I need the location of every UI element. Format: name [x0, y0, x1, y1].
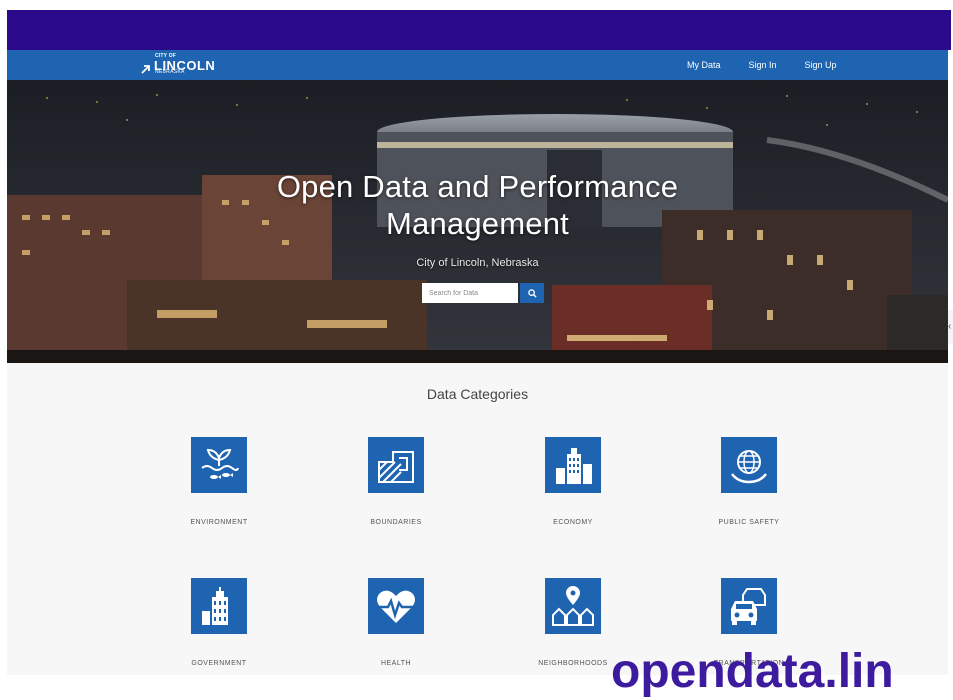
- health-icon: [376, 590, 416, 623]
- nav-links: My Data Sign In Sign Up: [687, 50, 865, 80]
- category-label[interactable]: BOUNDARIES: [326, 519, 466, 526]
- category-label[interactable]: GOVERNMENT: [149, 660, 289, 667]
- category-label[interactable]: ECONOMY: [503, 519, 643, 526]
- nav-sign-up[interactable]: Sign Up: [805, 60, 837, 70]
- top-band: [7, 10, 951, 50]
- economy-icon: [556, 448, 592, 484]
- city-logo[interactable]: CITY OF LINCOLN NEBRASKA: [141, 54, 221, 76]
- overlay-url-text: opendata.lin: [611, 645, 894, 698]
- logo-sub-text: NEBRASKA: [155, 69, 185, 75]
- hero-banner: Open Data and Performance Management Cit…: [7, 80, 948, 363]
- category-tile[interactable]: [545, 437, 601, 493]
- search-icon: [527, 288, 537, 298]
- nav-my-data[interactable]: My Data: [687, 60, 721, 70]
- category-label[interactable]: ENVIRONMENT: [149, 519, 289, 526]
- category-tile[interactable]: [721, 578, 777, 634]
- government-icon: [202, 587, 228, 625]
- transportation-icon: [731, 588, 766, 625]
- category-tile[interactable]: [191, 437, 247, 493]
- category-tile[interactable]: [368, 437, 424, 493]
- category-tile[interactable]: [545, 578, 601, 634]
- side-collapse-tab[interactable]: ‹: [948, 310, 953, 344]
- public-safety-icon: [731, 450, 767, 484]
- hero-title: Open Data and Performance Management: [7, 168, 948, 242]
- neighborhoods-icon: [552, 586, 594, 626]
- navbar: CITY OF LINCOLN NEBRASKA My Data Sign In…: [7, 50, 948, 80]
- nav-sign-in[interactable]: Sign In: [749, 60, 777, 70]
- section-title: Data Categories: [426, 386, 529, 402]
- hero-title-line2: Management: [386, 206, 569, 241]
- category-label[interactable]: HEALTH: [326, 660, 466, 667]
- logo-arrow-icon: [141, 65, 150, 74]
- search-input[interactable]: [422, 283, 518, 303]
- category-label[interactable]: PUBLIC SAFETY: [679, 519, 819, 526]
- categories-section: Data Categories ENVIRONMENT BOUNDARIES E…: [7, 363, 948, 675]
- category-tile[interactable]: [368, 578, 424, 634]
- environment-icon: [201, 448, 239, 479]
- category-tile[interactable]: [721, 437, 777, 493]
- hero-title-line1: Open Data and Performance: [276, 169, 679, 204]
- category-tile[interactable]: [191, 578, 247, 634]
- boundaries-icon: [378, 451, 414, 483]
- hero-subtitle: City of Lincoln, Nebraska: [416, 257, 539, 269]
- chevron-left-icon: ‹: [948, 321, 952, 332]
- search-button[interactable]: [520, 283, 544, 303]
